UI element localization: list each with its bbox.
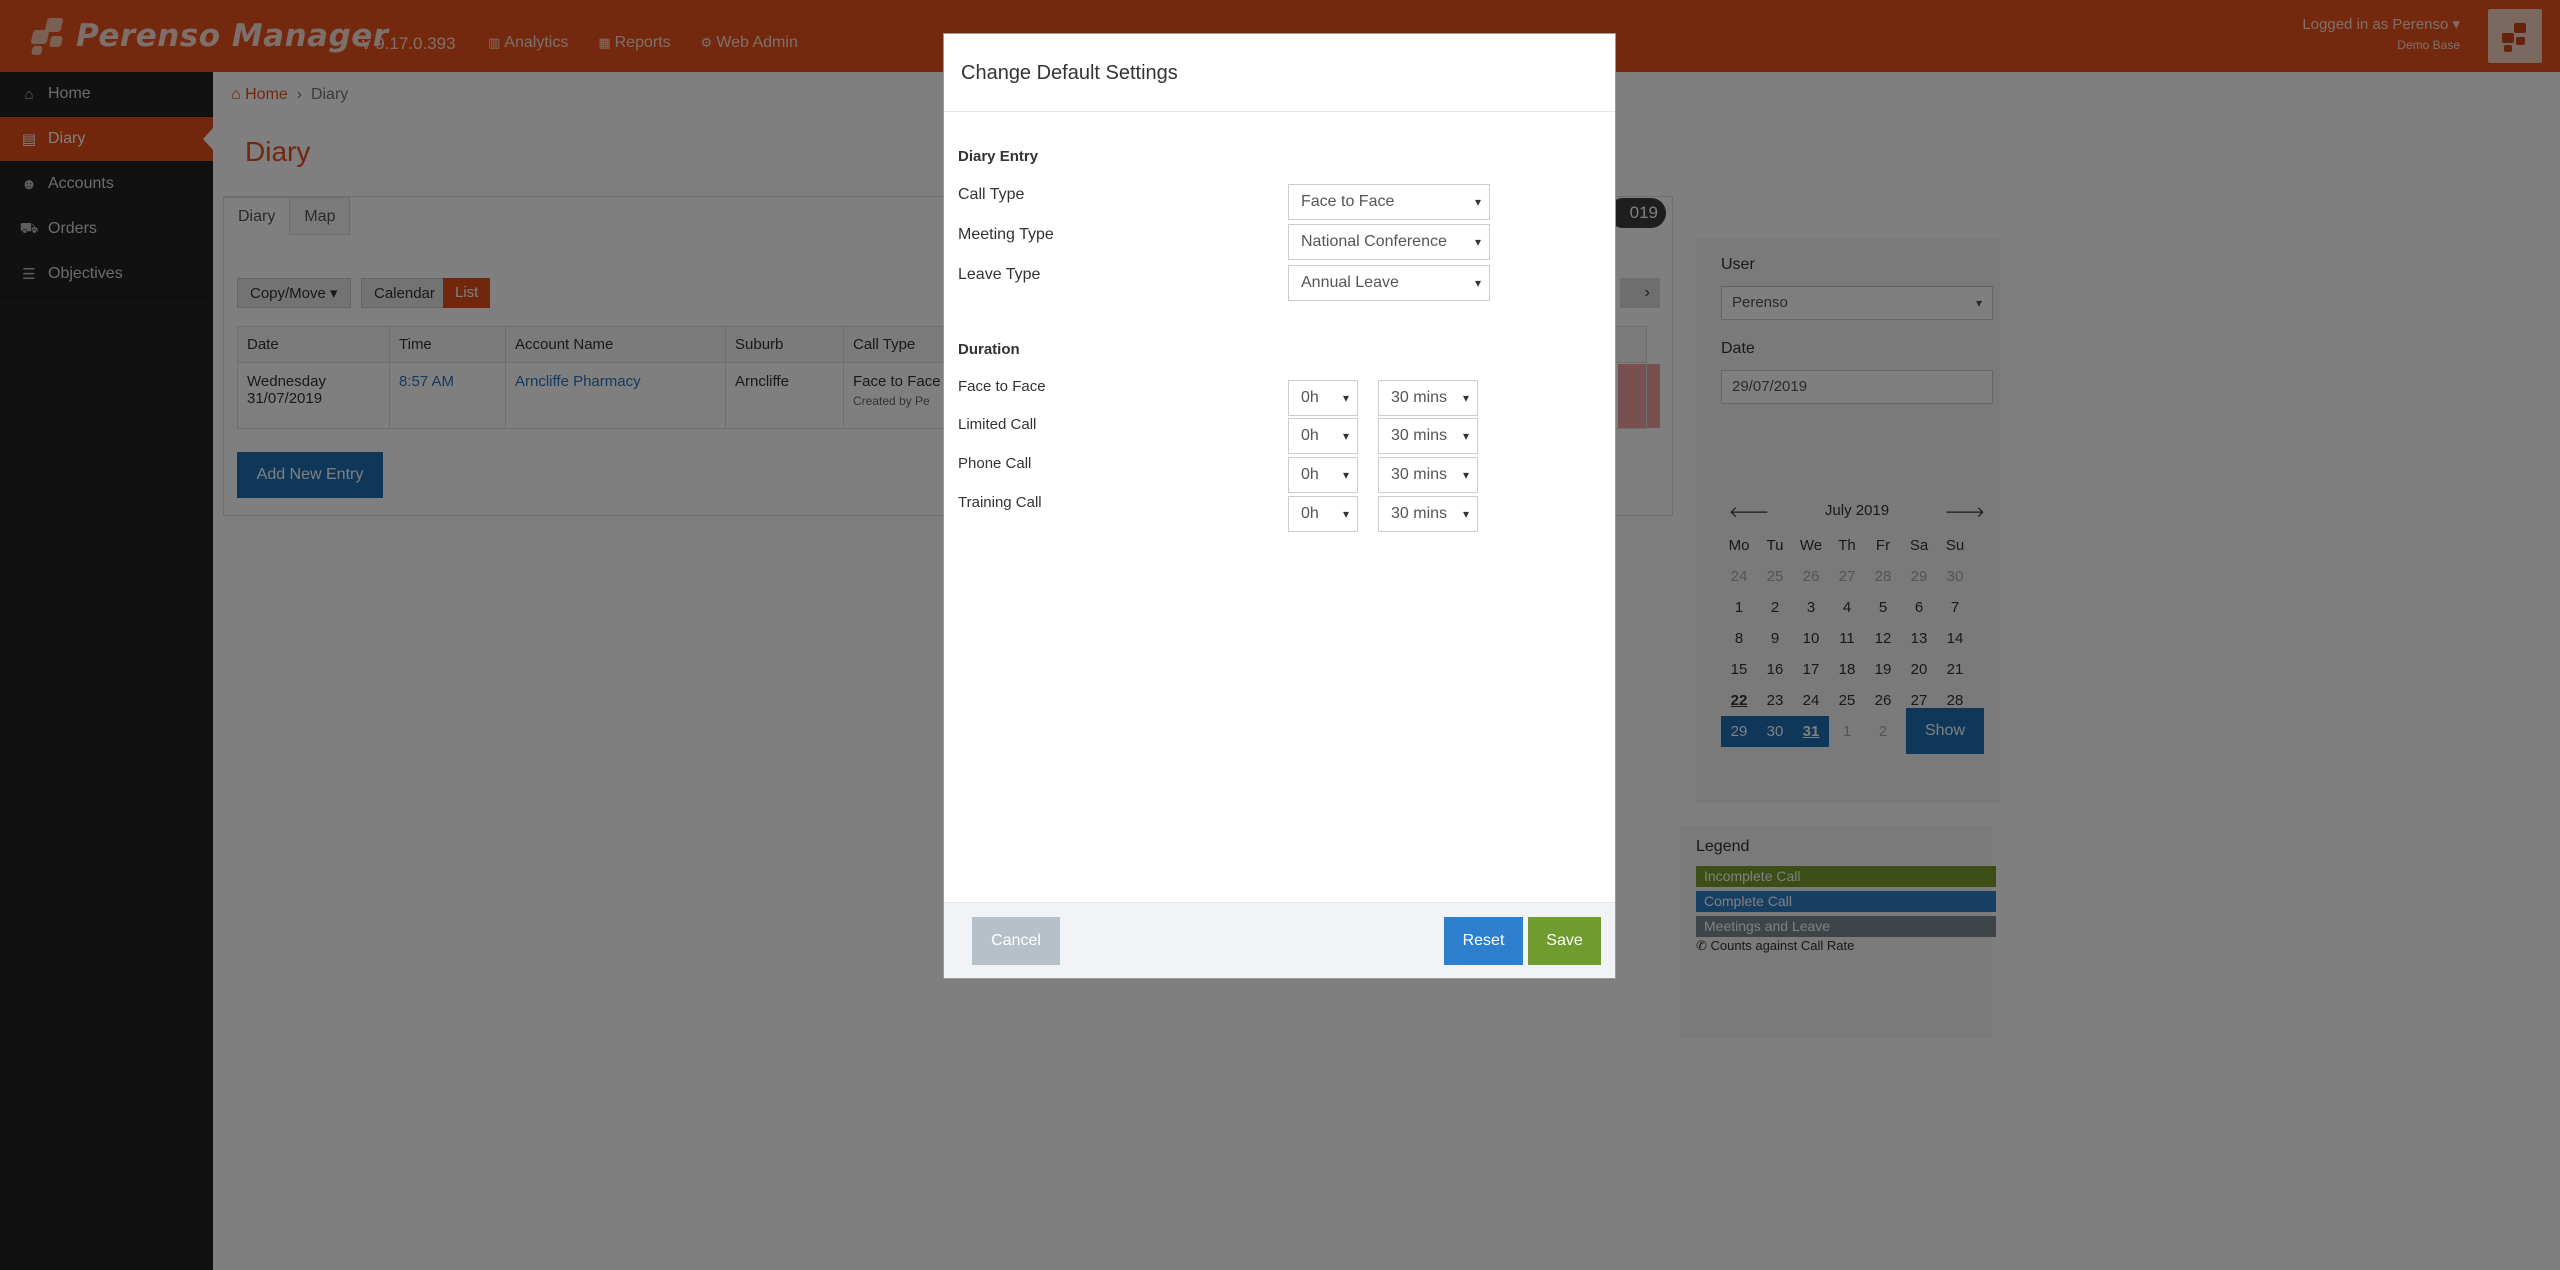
caret-down-icon: ▾	[1474, 276, 1481, 290]
caret-down-icon: ▾	[1462, 391, 1469, 405]
duration-phone-call-label: Phone Call	[958, 455, 1032, 472]
limited-call-mins-select[interactable]: 30 mins ▾	[1378, 418, 1478, 454]
caret-down-icon: ▾	[1342, 507, 1349, 521]
meeting-type-label: Meeting Type	[958, 226, 1054, 243]
save-button[interactable]: Save	[1528, 917, 1601, 965]
diary-entry-heading: Diary Entry	[958, 148, 1039, 165]
face-to-face-hours-select[interactable]: 0h ▾	[1288, 380, 1358, 416]
training-call-hours-select[interactable]: 0h ▾	[1288, 496, 1358, 532]
caret-down-icon: ▾	[1462, 429, 1469, 443]
phone-call-mins-select[interactable]: 30 mins ▾	[1378, 457, 1478, 493]
phone-call-hours-select[interactable]: 0h ▾	[1288, 457, 1358, 493]
reset-button[interactable]: Reset	[1444, 917, 1523, 965]
caret-down-icon: ▾	[1342, 468, 1349, 482]
caret-down-icon: ▾	[1462, 507, 1469, 521]
caret-down-icon: ▾	[1474, 195, 1481, 209]
meeting-type-select[interactable]: National Conference ▾	[1288, 224, 1490, 260]
call-type-select[interactable]: Face to Face ▾	[1288, 184, 1490, 220]
change-default-settings-dialog: Change Default Settings Diary Entry Call…	[943, 33, 1616, 979]
caret-down-icon: ▾	[1474, 235, 1481, 249]
limited-call-hours-select[interactable]: 0h ▾	[1288, 418, 1358, 454]
dialog-header: Change Default Settings	[944, 34, 1615, 112]
caret-down-icon: ▾	[1342, 429, 1349, 443]
cancel-button[interactable]: Cancel	[972, 917, 1060, 965]
leave-type-select[interactable]: Annual Leave ▾	[1288, 265, 1490, 301]
duration-heading: Duration	[958, 341, 1020, 358]
caret-down-icon: ▾	[1342, 391, 1349, 405]
dialog-title: Change Default Settings	[961, 62, 1178, 84]
call-type-label: Call Type	[958, 186, 1025, 203]
dialog-footer: Cancel Reset Save	[944, 902, 1615, 978]
face-to-face-mins-select[interactable]: 30 mins ▾	[1378, 380, 1478, 416]
caret-down-icon: ▾	[1462, 468, 1469, 482]
duration-face-to-face-label: Face to Face	[958, 378, 1046, 395]
training-call-mins-select[interactable]: 30 mins ▾	[1378, 496, 1478, 532]
duration-limited-call-label: Limited Call	[958, 416, 1037, 433]
duration-training-call-label: Training Call	[958, 494, 1042, 511]
leave-type-label: Leave Type	[958, 266, 1041, 283]
